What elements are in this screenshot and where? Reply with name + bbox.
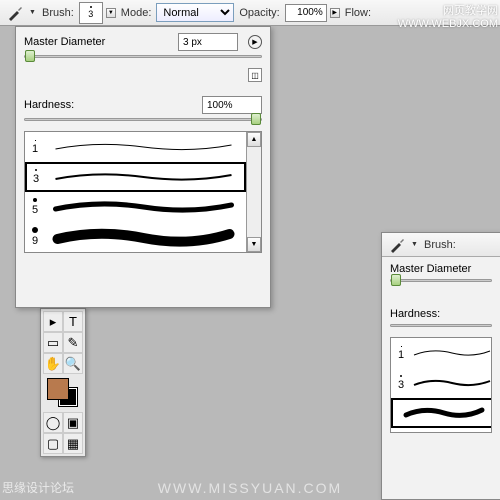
watermark-bottom: WWW.MISSYUAN.COM [0, 480, 500, 496]
brush-preset-dropdown[interactable]: ▼ [106, 8, 116, 18]
master-diameter-slider[interactable] [24, 55, 262, 58]
brush-row[interactable]: 5 [25, 192, 246, 222]
eyedropper-tool[interactable]: ✎ [63, 332, 83, 353]
master-diameter-input[interactable]: 3 px [178, 33, 238, 51]
brush-row[interactable]: 1 [25, 132, 246, 162]
brush-stroke-list: 1 3 5 9 ▲ ▼ [24, 131, 262, 253]
flow-label: Flow: [345, 7, 371, 19]
brush-preset-thumb[interactable]: 3 [79, 2, 103, 24]
tool-preset-dropdown[interactable]: ▼ [29, 9, 37, 16]
new-preset-icon[interactable]: ◫ [248, 68, 262, 82]
scroll-up-button[interactable]: ▲ [247, 132, 261, 147]
slider-thumb[interactable] [251, 113, 261, 125]
brush-label: Brush: [42, 7, 74, 19]
slider-thumb[interactable] [25, 50, 35, 62]
hardness-label: Hardness: [390, 308, 440, 320]
opacity-input[interactable]: 100% [285, 4, 327, 22]
master-diameter-slider[interactable] [390, 279, 492, 282]
tools-palette: ▸ T ▭ ✎ ✋ 🔍 ◯ ▣ ▢ ▦ [40, 308, 86, 457]
slider-thumb[interactable] [391, 274, 401, 286]
brush-list-scrollbar[interactable]: ▲ ▼ [246, 132, 261, 252]
screen-mode-toggle[interactable]: ▣ [63, 412, 83, 433]
brush-row[interactable]: 3 [391, 368, 492, 398]
hardness-label: Hardness: [24, 99, 202, 111]
foreground-color-swatch[interactable] [47, 378, 69, 400]
flyout-menu-button[interactable]: ▶ [248, 35, 262, 49]
master-diameter-label: Master Diameter [24, 36, 178, 48]
screen-mode-full[interactable]: ▦ [63, 433, 83, 454]
hardness-slider[interactable] [24, 118, 262, 121]
scroll-track[interactable] [247, 147, 261, 237]
brush-tool-icon[interactable] [386, 235, 408, 255]
zoom-tool[interactable]: 🔍 [63, 353, 83, 374]
hardness-input[interactable]: 100% [202, 96, 262, 114]
mode-label: Mode: [121, 7, 152, 19]
brush-tool-icon[interactable] [4, 3, 26, 23]
blend-mode-select[interactable]: Normal [156, 3, 234, 22]
path-selection-tool[interactable]: ▸ [43, 311, 63, 332]
color-swatches[interactable] [45, 378, 81, 408]
brush-preset-panel-secondary: ▼ Brush: Master Diameter Hardness: 1 3 [381, 232, 500, 500]
brush-preset-panel: Master Diameter 3 px ▶ ◫ Hardness: 100% … [15, 26, 271, 308]
hardness-slider[interactable] [390, 324, 492, 327]
type-tool[interactable]: T [63, 311, 83, 332]
brush-row[interactable]: 9 [25, 222, 246, 252]
opacity-dropdown[interactable]: ▶ [330, 8, 340, 18]
watermark-top-right: 网页教学网 WWW.WEBJX.COM [398, 2, 498, 30]
screen-mode-standard[interactable]: ▢ [43, 433, 63, 454]
opacity-label: Opacity: [239, 7, 279, 19]
master-diameter-label: Master Diameter [390, 263, 471, 275]
quick-mask-toggle[interactable]: ◯ [43, 412, 63, 433]
brush-row[interactable]: 1 [391, 338, 492, 368]
scroll-down-button[interactable]: ▼ [247, 237, 261, 252]
brush-label: Brush: [424, 239, 456, 251]
brush-row-selected[interactable]: 3 [25, 162, 246, 192]
brush-stroke-list: 1 3 [390, 337, 492, 433]
hand-tool[interactable]: ✋ [43, 353, 63, 374]
brush-row-selected[interactable] [391, 398, 492, 428]
tool-preset-dropdown[interactable]: ▼ [411, 241, 419, 248]
rectangle-tool[interactable]: ▭ [43, 332, 63, 353]
